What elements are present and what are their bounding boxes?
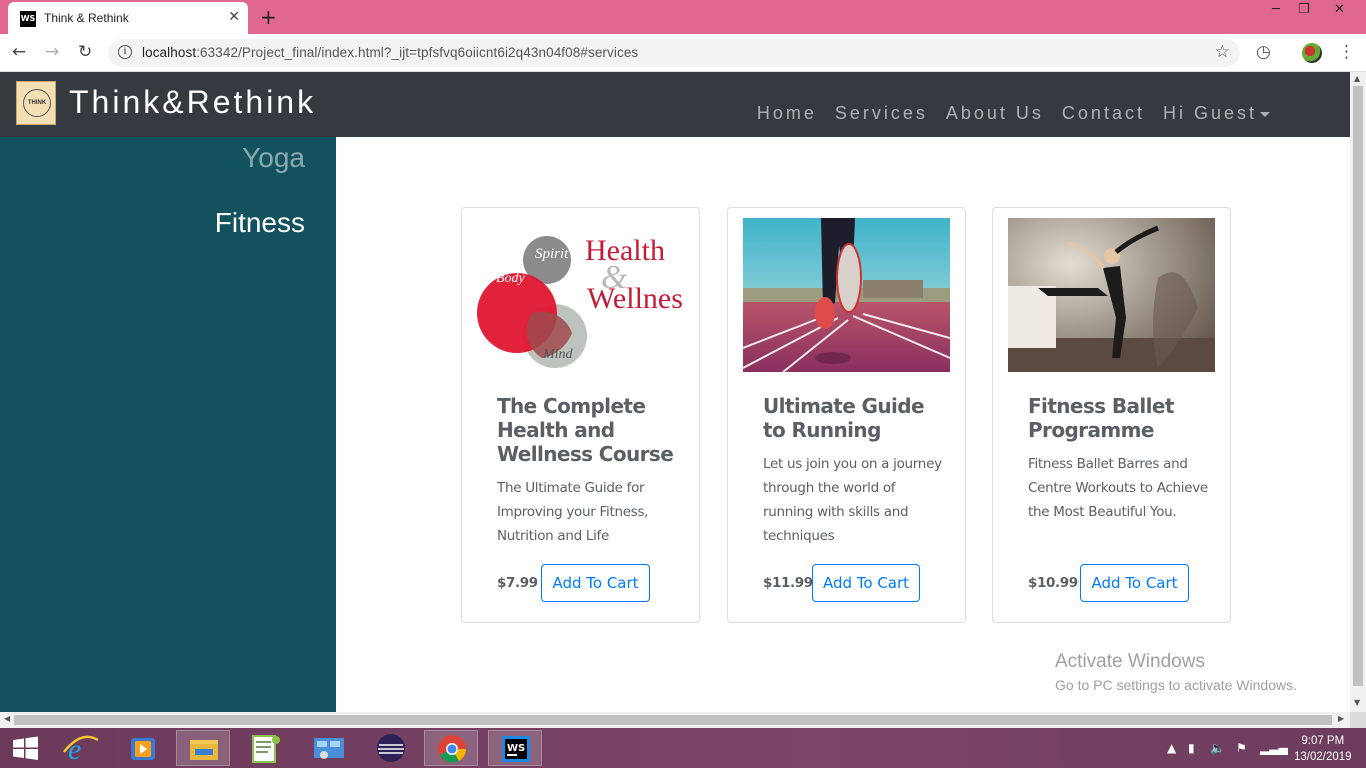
browser-tab[interactable]: WS Think & Rethink ✕ bbox=[8, 2, 248, 34]
health-wellness-image: Spirit Body Mind Health & Wellness bbox=[477, 218, 684, 372]
mind-label: Mind bbox=[542, 347, 574, 362]
logo-emblem: THINK bbox=[23, 89, 51, 117]
history-icon[interactable]: ◷ bbox=[1256, 42, 1271, 62]
control-panel-icon[interactable] bbox=[302, 730, 356, 766]
media-player-icon[interactable] bbox=[116, 730, 170, 766]
ballet-image bbox=[1008, 218, 1215, 372]
new-tab-icon[interactable]: + bbox=[260, 5, 277, 29]
wellness-label: Wellness bbox=[587, 282, 684, 315]
bookmark-star-icon[interactable]: ☆ bbox=[1215, 42, 1230, 62]
card-title[interactable]: The Complete Health and Wellness Course bbox=[497, 394, 677, 466]
scroll-down-icon[interactable]: ▼ bbox=[1354, 698, 1360, 707]
chrome-icon[interactable] bbox=[424, 730, 478, 766]
scroll-up-icon[interactable]: ▲ bbox=[1354, 74, 1360, 83]
file-explorer-icon[interactable] bbox=[176, 730, 230, 766]
horizontal-scroll-thumb[interactable] bbox=[14, 715, 1332, 725]
internet-explorer-icon[interactable]: e bbox=[54, 730, 108, 766]
volume-icon[interactable]: 🔈 bbox=[1210, 741, 1225, 755]
add-to-cart-button[interactable]: Add To Cart bbox=[812, 564, 920, 602]
tab-title: Think & Rethink bbox=[44, 11, 129, 25]
close-window-icon[interactable]: ✕ bbox=[1334, 2, 1345, 17]
clock-time: 9:07 PM bbox=[1301, 735, 1345, 747]
nav-links: Home Services About Us Contact Hi Guest bbox=[739, 103, 1270, 124]
course-card: Spirit Body Mind Health & Wellness The C… bbox=[461, 207, 700, 623]
nav-about-us[interactable]: About Us bbox=[946, 103, 1044, 124]
forward-icon[interactable]: → bbox=[45, 42, 59, 62]
browser-titlebar: WS Think & Rethink ✕ + ─ ❐ ✕ bbox=[0, 0, 1366, 34]
tray-expand-icon[interactable]: ▲ bbox=[1167, 741, 1176, 755]
vertical-scrollbar[interactable]: ▲ ▼ bbox=[1350, 72, 1366, 712]
site-navbar: THINK Think&Rethink Home Services About … bbox=[0, 72, 1350, 137]
add-to-cart-button[interactable]: Add To Cart bbox=[541, 564, 650, 602]
category-sidebar: Yoga Fitness bbox=[0, 137, 336, 712]
card-description: The Ultimate Guide for Improving your Fi… bbox=[497, 480, 649, 544]
start-button[interactable] bbox=[0, 730, 50, 766]
profile-avatar-icon[interactable] bbox=[1302, 43, 1322, 63]
windows-taskbar: e WS ▲ ▮ 🔈 ⚑ ▂▃▄ 9:07 PM 13/02/2019 bbox=[0, 728, 1366, 768]
card-title[interactable]: Fitness Ballet Programme bbox=[1028, 394, 1208, 442]
sidebar-item-fitness[interactable]: Fitness bbox=[215, 207, 305, 239]
webstorm-favicon-icon: WS bbox=[20, 11, 36, 27]
webstorm-icon[interactable]: WS bbox=[488, 730, 542, 766]
card-description: Let us join you on a journey through the… bbox=[763, 456, 942, 544]
card-title[interactable]: Ultimate Guide to Running bbox=[763, 394, 943, 442]
horizontal-scrollbar[interactable]: ◀ ▶ bbox=[0, 712, 1350, 728]
nav-services[interactable]: Services bbox=[835, 103, 928, 124]
restore-icon[interactable]: ❐ bbox=[1298, 2, 1310, 17]
add-to-cart-button[interactable]: Add To Cart bbox=[1080, 564, 1189, 602]
body-label: Body bbox=[496, 271, 526, 286]
course-card: Fitness Ballet Programme Fitness Ballet … bbox=[992, 207, 1231, 623]
card-price: $7.99 bbox=[497, 575, 538, 591]
nav-contact[interactable]: Contact bbox=[1062, 103, 1145, 124]
site-info-icon[interactable]: i bbox=[118, 45, 132, 59]
svg-text:WS: WS bbox=[507, 743, 525, 754]
card-price: $10.99 bbox=[1028, 575, 1078, 591]
course-card: Ultimate Guide to Running Let us join yo… bbox=[727, 207, 966, 623]
sidebar-item-yoga[interactable]: Yoga bbox=[242, 142, 305, 174]
minimize-icon[interactable]: ─ bbox=[1272, 2, 1280, 17]
card-description: Fitness Ballet Barres and Centre Workout… bbox=[1028, 456, 1208, 520]
windows-logo-icon bbox=[13, 736, 38, 760]
site-brand[interactable]: Think&Rethink bbox=[69, 84, 316, 121]
page-viewport: THINK Think&Rethink Home Services About … bbox=[0, 72, 1350, 712]
nav-home[interactable]: Home bbox=[757, 103, 817, 124]
notepad-plus-plus-icon[interactable] bbox=[238, 730, 292, 766]
user-greeting: Hi Guest bbox=[1162, 103, 1257, 123]
spirit-label: Spirit bbox=[535, 246, 569, 262]
network-signal-icon[interactable]: ▂▃▄ bbox=[1260, 741, 1288, 755]
action-center-flag-icon[interactable]: ⚑ bbox=[1236, 741, 1247, 755]
url-text[interactable]: localhost:63342/Project_final/index.html… bbox=[142, 45, 638, 60]
vertical-scroll-thumb[interactable] bbox=[1353, 86, 1363, 686]
watermark-title: Activate Windows bbox=[1055, 651, 1205, 672]
site-logo[interactable]: THINK bbox=[16, 81, 56, 125]
reload-icon[interactable]: ↻ bbox=[78, 42, 92, 62]
battery-icon[interactable]: ▮ bbox=[1188, 741, 1195, 755]
scrollbar-corner bbox=[1350, 712, 1366, 728]
activate-windows-watermark: Activate Windows Go to PC settings to ac… bbox=[1055, 651, 1297, 693]
back-icon[interactable]: ← bbox=[12, 42, 26, 62]
eclipse-icon[interactable] bbox=[364, 730, 418, 766]
watermark-subtitle: Go to PC settings to activate Windows. bbox=[1055, 677, 1297, 693]
clock-date: 13/02/2019 bbox=[1294, 751, 1352, 763]
scroll-right-icon[interactable]: ▶ bbox=[1338, 714, 1344, 723]
nav-user-dropdown[interactable]: Hi Guest bbox=[1163, 103, 1270, 124]
browser-toolbar: ← → ↻ i localhost:63342/Project_final/in… bbox=[0, 34, 1366, 72]
running-track-image bbox=[743, 218, 950, 372]
card-price: $11.99 bbox=[763, 575, 813, 591]
taskbar-clock[interactable]: 9:07 PM 13/02/2019 bbox=[1294, 733, 1352, 765]
address-bar[interactable]: i localhost:63342/Project_final/index.ht… bbox=[108, 39, 1240, 67]
caret-down-icon bbox=[1260, 111, 1270, 117]
menu-dots-icon[interactable]: ⋮ bbox=[1338, 42, 1355, 62]
close-tab-icon[interactable]: ✕ bbox=[228, 9, 240, 25]
scroll-left-icon[interactable]: ◀ bbox=[4, 714, 10, 723]
